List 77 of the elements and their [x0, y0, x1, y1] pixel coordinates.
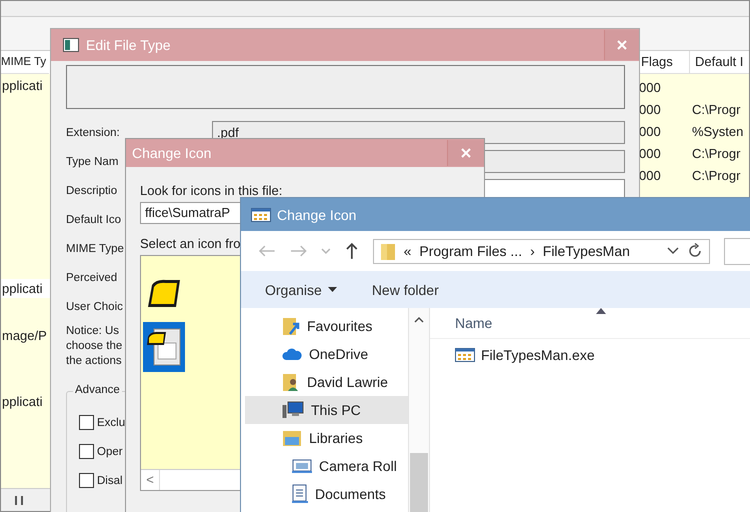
table-cell: pplicati: [1, 279, 52, 298]
refresh-icon[interactable]: [686, 243, 703, 259]
field-label: Extension:: [66, 126, 121, 138]
table-cell-text: 000: [639, 168, 662, 182]
column-header[interactable]: Flags: [639, 51, 690, 74]
table-cell: C:\Progr: [692, 146, 740, 160]
notice-text: choose the: [66, 339, 123, 354]
nav-item[interactable]: Camera Roll: [245, 452, 408, 480]
pdf-document-icon: [146, 327, 182, 367]
table-cell: %Systen: [692, 124, 744, 138]
icon-option[interactable]: [143, 322, 185, 372]
cloud-icon: [282, 347, 302, 361]
caret-icon: [328, 286, 337, 292]
table-cell: C:\Progr: [692, 102, 740, 116]
checkbox-label: Exclu: [97, 416, 126, 428]
window-title: Change Icon: [277, 206, 356, 222]
column-header[interactable]: Name: [455, 315, 492, 331]
notice-text: the actions: [66, 354, 123, 369]
checkbox[interactable]: [79, 444, 94, 459]
table-cell-text: 000: [639, 80, 662, 94]
address-bar[interactable]: « Program Files ... › FileTypesMan: [372, 238, 710, 264]
field-label: Default Ico: [66, 214, 122, 226]
nav-item[interactable]: Libraries: [245, 424, 408, 452]
scrollbar[interactable]: [408, 308, 430, 512]
library-folder-icon: [282, 429, 302, 447]
file-item[interactable]: FileTypesMan.exe: [455, 347, 595, 363]
checkbox-label: Oper: [97, 446, 123, 458]
app-icon: [251, 208, 271, 222]
window-title: Edit File Type: [86, 37, 171, 53]
picture-folder-icon: [292, 458, 312, 474]
scroll-up-icon[interactable]: [414, 316, 424, 323]
table-cell: C:\Progr: [692, 168, 740, 182]
checkbox[interactable]: [79, 473, 94, 488]
document-icon: [292, 484, 308, 504]
notice-text: Notice: Us: [66, 324, 120, 339]
close-button[interactable]: [447, 140, 484, 166]
breadcrumb[interactable]: Program Files ...: [419, 243, 522, 259]
window-title: Change Icon: [132, 145, 212, 161]
field-label: MIME Type: [66, 242, 123, 254]
table-cell-text: 000: [639, 124, 662, 138]
table-cell-text: pplicati: [1, 393, 44, 411]
table-cell-text: pplicati: [1, 77, 44, 95]
user-folder-icon: [282, 372, 300, 392]
field-label: Perceived: [66, 272, 118, 284]
checkbox[interactable]: [79, 415, 94, 430]
field-label: Type Nam: [66, 156, 120, 168]
table-cell-text: 000: [639, 146, 662, 160]
nav-item[interactable]: This PC: [245, 396, 408, 424]
scroll-left-button[interactable]: <: [141, 470, 160, 490]
up-arrow-icon[interactable]: [344, 242, 359, 260]
field-label: Look for icons in this file:: [140, 183, 284, 198]
toolbar-button[interactable]: Organise: [265, 282, 337, 298]
group-title: Advance: [73, 384, 122, 396]
table-cell-text: 000: [639, 102, 662, 116]
field-label: User Choic: [66, 300, 123, 312]
field-label: Descriptio: [66, 184, 118, 196]
search-field[interactable]: [724, 238, 750, 264]
scroll-thumb[interactable]: [410, 453, 428, 512]
nav-item[interactable]: OneDrive: [245, 340, 408, 368]
nav-item[interactable]: Documents: [245, 480, 408, 508]
window-icon: [63, 38, 79, 52]
breadcrumb[interactable]: ›: [530, 243, 535, 259]
chevron-down-icon[interactable]: [666, 247, 679, 255]
app-icon: [455, 348, 475, 362]
computer-icon: [282, 401, 304, 419]
sort-arrow-icon: [596, 308, 606, 314]
table-cell-text: mage/P: [1, 327, 48, 345]
nav-item[interactable]: David Lawrie: [245, 368, 408, 396]
nav-item[interactable]: Favourites: [245, 312, 408, 340]
breadcrumb[interactable]: FileTypesMan: [542, 243, 630, 259]
scroll-grip-icon[interactable]: [15, 496, 23, 504]
close-button[interactable]: [604, 30, 639, 60]
toolbar-button[interactable]: New folder: [372, 282, 439, 298]
folder-icon: [380, 241, 396, 261]
breadcrumb[interactable]: «: [404, 243, 412, 259]
folder-arrow-icon: [282, 316, 300, 336]
checkbox-label: Disal: [97, 474, 123, 486]
